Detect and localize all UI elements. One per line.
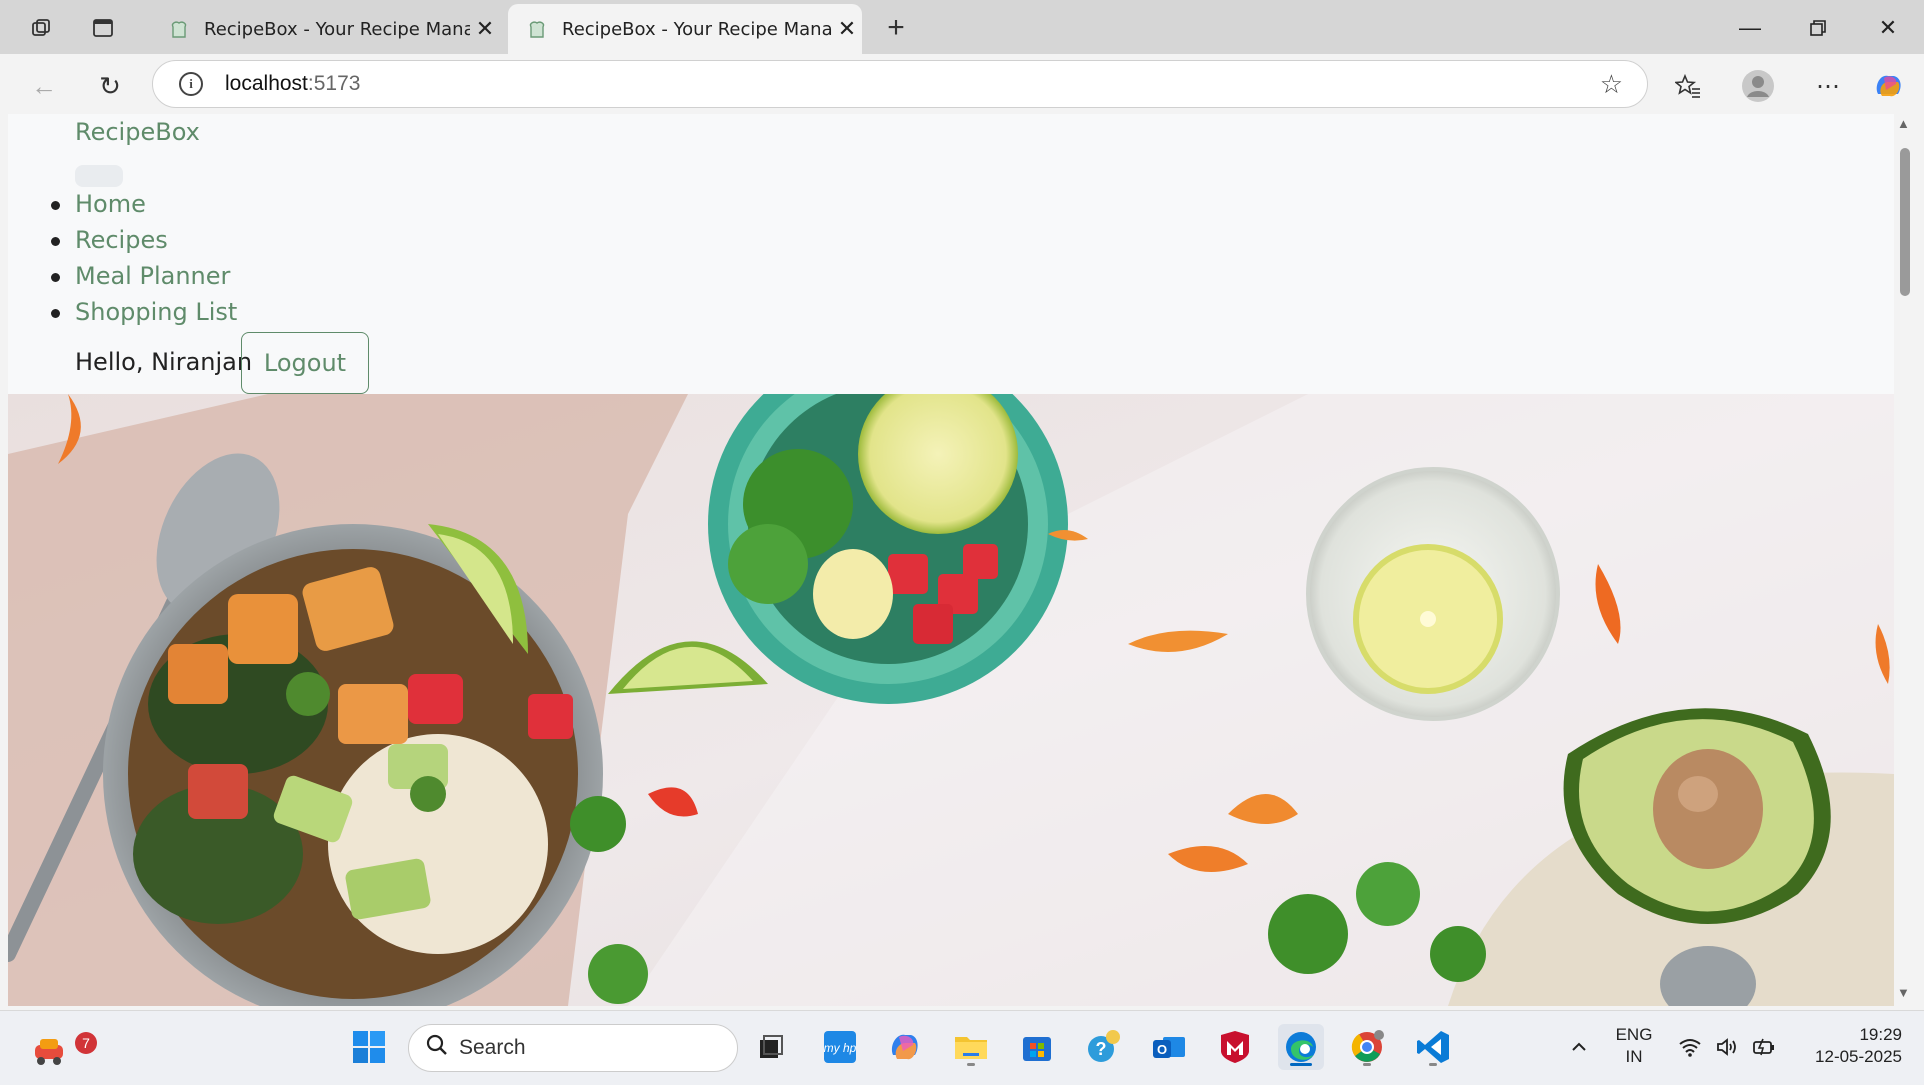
address-bar[interactable]: i localhost:5173 ☆ (152, 60, 1648, 108)
favorite-star-icon[interactable]: ☆ (1600, 69, 1623, 100)
site-brand-link[interactable]: RecipeBox (75, 118, 200, 146)
tab-recipebox-1[interactable]: RecipeBox - Your Recipe Manager ✕ (150, 4, 500, 54)
search-placeholder: Search (459, 1036, 526, 1059)
page-viewport: RecipeBox Home Recipes Meal Planner Shop… (8, 114, 1894, 1006)
nav-list: Home Recipes Meal Planner Shopping List (8, 186, 237, 330)
more-options-icon[interactable]: ⋯ (1810, 68, 1846, 104)
clock-time: 19:29 (1859, 1025, 1902, 1044)
scroll-up-arrow-icon[interactable]: ▲ (1897, 116, 1910, 131)
clock[interactable]: 19:29 12-05-2025 (1790, 1025, 1902, 1067)
mcafee-icon[interactable] (1212, 1024, 1258, 1070)
edge-browser-icon[interactable] (1278, 1024, 1324, 1070)
back-icon[interactable]: ← (24, 66, 64, 106)
favorites-icon[interactable] (1670, 68, 1706, 104)
copilot-app-icon[interactable] (882, 1024, 928, 1070)
microsoft-store-icon[interactable] (1014, 1024, 1060, 1070)
user-greeting: Hello, Niranjan (75, 348, 253, 376)
restore-icon[interactable] (1790, 8, 1846, 48)
search-icon (415, 1034, 459, 1062)
volume-icon[interactable] (1710, 1024, 1746, 1070)
tab-strip: RecipeBox - Your Recipe Manager ✕ Recipe… (0, 0, 1924, 54)
minimize-icon[interactable]: — (1722, 8, 1778, 48)
task-view-icon[interactable] (748, 1024, 794, 1070)
nav-link-shopping-list[interactable]: Shopping List (8, 294, 237, 330)
clock-date: 12-05-2025 (1815, 1047, 1902, 1066)
wifi-icon[interactable] (1672, 1024, 1708, 1070)
workspaces-icon[interactable] (26, 12, 58, 44)
logout-button[interactable]: Logout (241, 332, 369, 394)
nav-link-recipes[interactable]: Recipes (8, 222, 237, 258)
battery-charging-icon[interactable] (1746, 1024, 1782, 1070)
page-scrollbar[interactable]: ▲ ▼ (1894, 114, 1914, 1006)
browser-toolbar: ← ↻ i localhost:5173 ☆ ⋯ (0, 54, 1924, 114)
file-explorer-icon[interactable] (948, 1024, 994, 1070)
refresh-icon[interactable]: ↻ (90, 66, 130, 106)
recipebox-favicon-icon (168, 18, 190, 40)
tab-title: RecipeBox - Your Recipe Manager (562, 18, 832, 40)
chrome-browser-icon[interactable] (1344, 1024, 1390, 1070)
recipebox-favicon-icon (526, 18, 548, 40)
nav-link-home[interactable]: Home (8, 186, 237, 222)
input-language-indicator[interactable]: ENG IN (1608, 1025, 1660, 1067)
address-url: localhost:5173 (225, 72, 361, 95)
close-tab-icon[interactable]: ✕ (832, 17, 862, 42)
close-window-icon[interactable]: ✕ (1860, 8, 1916, 48)
new-tab-icon[interactable]: + (878, 10, 914, 46)
svg-text:?: ? (1096, 1039, 1107, 1059)
svg-text:my hp: my hp (824, 1041, 857, 1055)
get-help-icon[interactable]: ? (1080, 1024, 1126, 1070)
hero-food-image (8, 394, 1894, 1006)
vscode-icon[interactable] (1410, 1024, 1456, 1070)
nav-link-meal-planner[interactable]: Meal Planner (8, 258, 237, 294)
taskbar-search-box[interactable]: Search (408, 1024, 738, 1072)
outlook-icon[interactable]: O (1146, 1024, 1192, 1070)
scrollbar-thumb[interactable] (1900, 148, 1910, 296)
site-info-icon[interactable]: i (179, 72, 203, 96)
notification-count-badge: 7 (75, 1032, 97, 1054)
show-hidden-icons-chevron-icon[interactable] (1556, 1024, 1602, 1070)
svg-text:O: O (1157, 1042, 1167, 1057)
tab-actions-icon[interactable] (87, 12, 119, 44)
windows-start-icon[interactable] (346, 1024, 392, 1070)
navbar-toggler-button[interactable] (75, 165, 123, 187)
weather-widget-icon[interactable]: 7 (26, 1024, 97, 1070)
close-tab-icon[interactable]: ✕ (470, 17, 500, 42)
myhp-app-icon[interactable]: my hp (817, 1024, 863, 1070)
tab-recipebox-2[interactable]: RecipeBox - Your Recipe Manager ✕ (508, 4, 862, 54)
tab-title: RecipeBox - Your Recipe Manager (204, 18, 470, 40)
site-navbar: RecipeBox Home Recipes Meal Planner Shop… (8, 114, 1894, 394)
profile-avatar-icon[interactable] (1740, 68, 1776, 104)
copilot-icon[interactable] (1870, 68, 1906, 104)
windows-taskbar: 7 Search my hp ? O ENG IN 19:29 12-05-20… (0, 1010, 1924, 1085)
scroll-down-arrow-icon[interactable]: ▼ (1897, 985, 1910, 1000)
